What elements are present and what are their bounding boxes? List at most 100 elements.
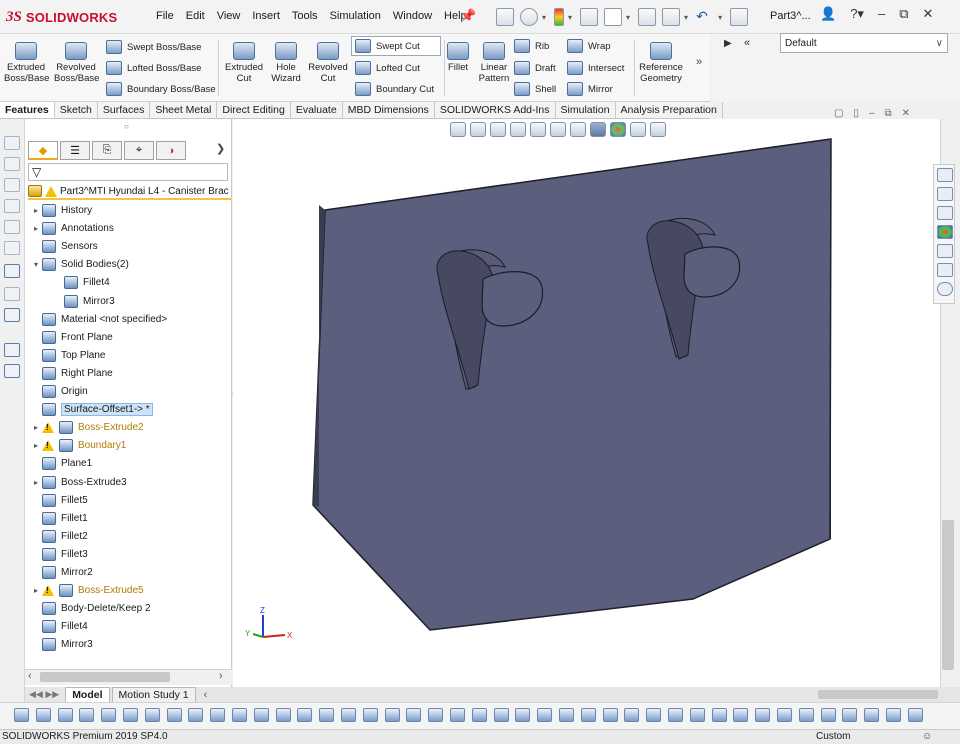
menu-insert[interactable]: Insert bbox=[246, 10, 286, 22]
tab-surfaces[interactable]: Surfaces bbox=[98, 102, 151, 118]
selection-icon[interactable] bbox=[57, 708, 73, 722]
strip-tool-11-icon[interactable] bbox=[4, 364, 20, 378]
extruded-cut-button[interactable]: Extruded Cut bbox=[222, 42, 266, 84]
trim-icon[interactable] bbox=[297, 708, 313, 722]
help-icon[interactable]: ?▾ bbox=[850, 6, 864, 22]
tab-solidworks-addins[interactable]: SOLIDWORKS Add-Ins bbox=[435, 102, 556, 118]
part-root-node[interactable]: Part3^MTI Hyundai L4 - Canister Brac bbox=[28, 184, 231, 200]
strip-tool-5-icon[interactable] bbox=[4, 220, 20, 234]
shell-button[interactable]: Shell bbox=[514, 80, 556, 98]
polygon-icon[interactable] bbox=[253, 708, 269, 722]
viewport-minimize-icon[interactable]: – bbox=[869, 108, 875, 119]
strip-tool-6-icon[interactable] bbox=[4, 241, 20, 255]
tree-item[interactable]: Fillet5 bbox=[30, 492, 88, 509]
tree-item[interactable]: Plane1 bbox=[30, 455, 92, 472]
tree-item[interactable]: Right Plane bbox=[30, 365, 113, 382]
scroll-right-icon[interactable]: › bbox=[219, 670, 223, 682]
tree-item[interactable]: ▸ Boss-Extrude3 bbox=[30, 474, 127, 491]
boundary-cut-button[interactable]: Boundary Cut bbox=[355, 80, 434, 98]
expand-arrow-icon[interactable]: ▸ bbox=[30, 586, 42, 595]
mirror-button[interactable]: Mirror bbox=[567, 80, 613, 98]
pin-icon[interactable]: 📌 bbox=[460, 8, 476, 24]
zoom-to-fit-icon[interactable] bbox=[450, 122, 466, 137]
sketch-3d-icon[interactable] bbox=[907, 708, 923, 722]
tab-scroll-icons[interactable]: ◀◀ ▶▶ bbox=[25, 689, 63, 700]
close-icon[interactable]: ✕ bbox=[922, 6, 933, 22]
options-dialog-icon[interactable] bbox=[496, 8, 514, 26]
menu-file[interactable]: File bbox=[150, 10, 180, 22]
rebuild-traffic-light-icon[interactable] bbox=[554, 8, 565, 26]
mirror-entities-icon[interactable] bbox=[362, 708, 378, 722]
coincident-icon[interactable] bbox=[537, 708, 553, 722]
tree-item[interactable]: Origin bbox=[30, 383, 88, 400]
tree-item[interactable]: Mirror3 bbox=[30, 636, 93, 653]
design-library-icon[interactable] bbox=[937, 206, 953, 220]
shaded-sketch-icon[interactable] bbox=[864, 708, 880, 722]
expand-arrow-icon[interactable]: ▸ bbox=[30, 206, 42, 215]
instant-2d-icon[interactable] bbox=[842, 708, 858, 722]
cursor-icon[interactable] bbox=[79, 708, 95, 722]
folder-icon[interactable] bbox=[937, 168, 953, 182]
home-icon[interactable] bbox=[937, 187, 953, 201]
tree-item[interactable]: Material <not specified> bbox=[30, 311, 167, 328]
tree-item[interactable]: Body-Delete/Keep 2 bbox=[30, 600, 151, 617]
strip-tool-7-icon[interactable] bbox=[4, 264, 20, 278]
view-settings-icon[interactable] bbox=[650, 122, 666, 137]
intersection-icon[interactable] bbox=[755, 708, 771, 722]
filter-icon[interactable] bbox=[14, 708, 29, 722]
strip-tool-2-icon[interactable] bbox=[4, 157, 20, 171]
collapse-chevron-icon[interactable]: « bbox=[744, 37, 750, 49]
panel-grip-icon[interactable]: ○ bbox=[124, 122, 129, 131]
tab-display-manager[interactable]: ◑ bbox=[156, 141, 186, 160]
merge-icon[interactable] bbox=[733, 708, 749, 722]
restore-icon[interactable]: ⧉ bbox=[899, 6, 908, 22]
midpoint-icon[interactable] bbox=[559, 708, 574, 722]
strip-tool-1-icon[interactable] bbox=[4, 136, 20, 150]
open-icon[interactable] bbox=[638, 8, 657, 26]
tree-item[interactable]: Fillet4 bbox=[52, 274, 110, 291]
expand-arrow-icon[interactable]: ▸ bbox=[30, 423, 42, 432]
tree-item[interactable]: Sensors bbox=[30, 238, 98, 255]
lofted-boss-button[interactable]: Lofted Boss/Base bbox=[106, 59, 201, 77]
tab-simulation[interactable]: Simulation bbox=[556, 102, 616, 118]
play-icon[interactable]: ▶ bbox=[724, 38, 732, 49]
tab-evaluate[interactable]: Evaluate bbox=[291, 102, 343, 118]
new-document-icon[interactable] bbox=[604, 8, 623, 26]
tab-dimxpert-manager[interactable]: ⌖ bbox=[124, 141, 154, 160]
relation-icon[interactable] bbox=[471, 708, 487, 722]
strip-tool-9-icon[interactable] bbox=[4, 308, 20, 322]
equal-icon[interactable] bbox=[646, 708, 662, 722]
tab-analysis-preparation[interactable]: Analysis Preparation bbox=[616, 102, 723, 118]
expand-chevron-icon[interactable]: » bbox=[696, 56, 702, 68]
tab-model[interactable]: Model bbox=[65, 686, 110, 703]
graphics-area[interactable]: Z X Y bbox=[233, 119, 940, 687]
tab-feature-tree[interactable]: ◆ bbox=[28, 141, 58, 160]
scroll-left-icon[interactable]: ‹ bbox=[28, 670, 32, 682]
tab-motion-study[interactable]: Motion Study 1 bbox=[111, 686, 196, 703]
custom-properties-icon[interactable] bbox=[937, 244, 953, 258]
edit-appearance-icon[interactable] bbox=[610, 122, 626, 137]
solidworks-resources-icon[interactable] bbox=[937, 263, 953, 277]
viewport-close-icon[interactable]: ✕ bbox=[902, 108, 910, 119]
configuration-select[interactable]: Default ∨ bbox=[780, 33, 948, 53]
rectangle-icon[interactable] bbox=[166, 708, 182, 722]
perpendicular-icon[interactable] bbox=[624, 708, 640, 722]
menu-view[interactable]: View bbox=[211, 10, 247, 22]
gear-icon[interactable] bbox=[520, 8, 538, 26]
draft-button[interactable]: Draft bbox=[514, 59, 556, 77]
viewport-restore-icon[interactable]: ⧉ bbox=[885, 108, 892, 119]
strip-tool-3-icon[interactable] bbox=[4, 178, 20, 192]
strip-tool-10-icon[interactable] bbox=[4, 343, 20, 357]
viewport-dock-icon[interactable]: ▢ bbox=[834, 108, 843, 119]
pierce-icon[interactable] bbox=[711, 708, 727, 722]
tree-item[interactable]: ▸ Boss-Extrude2 bbox=[30, 419, 144, 436]
tree-item[interactable]: ▸ Boss-Extrude5 bbox=[30, 582, 144, 599]
solidworks-logo[interactable]: 3S SOLIDWORKS bbox=[6, 7, 117, 27]
user-icon[interactable]: 👤 bbox=[820, 6, 836, 22]
extruded-boss-button[interactable]: Extruded Boss/Base bbox=[4, 42, 49, 84]
tab-sheet-metal[interactable]: Sheet Metal bbox=[150, 102, 218, 118]
lofted-cut-button[interactable]: Lofted Cut bbox=[355, 59, 420, 77]
chevron-right-icon[interactable]: ❯ bbox=[216, 142, 225, 155]
tree-item[interactable]: ▸ History bbox=[30, 202, 92, 219]
tab-sketch[interactable]: Sketch bbox=[55, 102, 98, 118]
